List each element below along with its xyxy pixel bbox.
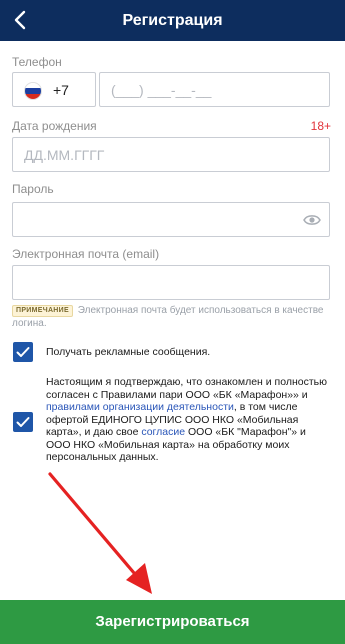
phone-placeholder: (___) ___-__-__ [111,82,212,98]
ads-checkbox[interactable] [13,342,33,362]
email-note: ПРИМЕЧАНИЕ Электронная почта будет испол… [12,304,332,330]
checkmark-icon [16,417,30,427]
email-label: Электронная почта (email) [12,247,160,261]
consent-link[interactable]: согласие [141,426,185,438]
agreement-text: Настоящим я подтверждаю, что ознакомлен … [46,376,332,464]
birthdate-placeholder: ДД.ММ.ГГГГ [24,147,105,163]
checkmark-icon [16,347,30,357]
rules-link[interactable]: правилами организации деятельности [46,401,234,413]
agreement-checkbox[interactable] [13,412,33,432]
eye-icon[interactable] [303,213,321,227]
phone-label: Телефон [12,55,62,69]
country-code-select[interactable]: +7 [12,72,96,107]
note-badge: ПРИМЕЧАНИЕ [12,305,73,317]
phone-input[interactable]: (___) ___-__-__ [99,72,330,107]
page-title: Регистрация [122,12,223,29]
russia-flag-icon [24,82,42,100]
password-label: Пароль [12,182,54,196]
header-bar: Регистрация [0,0,345,41]
email-input[interactable] [12,265,330,300]
birthdate-input[interactable]: ДД.ММ.ГГГГ [12,137,330,172]
register-button[interactable]: Зарегистрироваться [0,600,345,644]
agreement-text-part1: Настоящим я подтверждаю, что ознакомлен … [46,376,327,401]
birthdate-label: Дата рождения [12,119,97,133]
country-code: +7 [53,82,69,98]
age-limit-badge: 18+ [310,119,331,133]
ads-consent-text: Получать рекламные сообщения. [46,346,211,358]
password-input[interactable] [12,202,330,237]
